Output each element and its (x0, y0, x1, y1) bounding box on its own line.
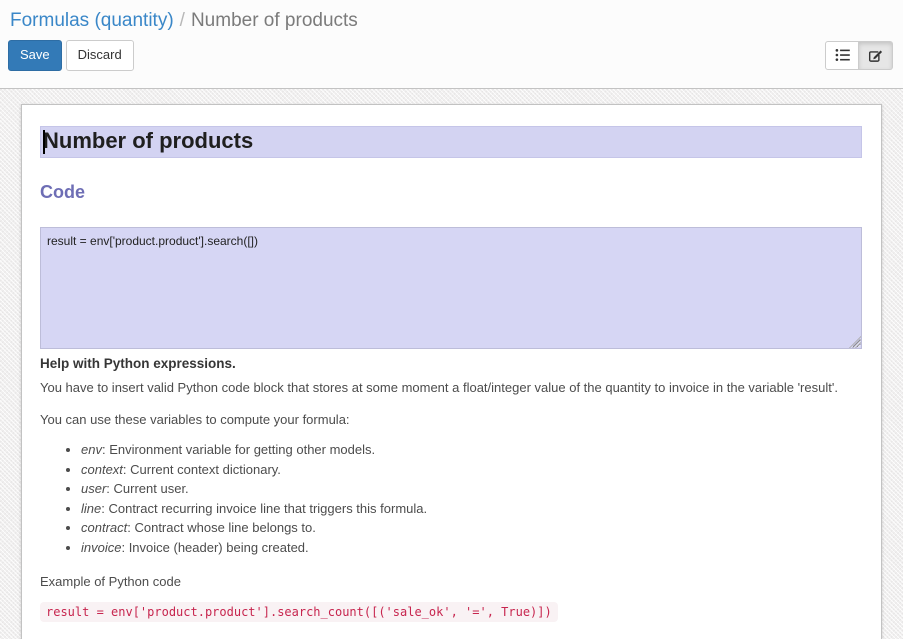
list-view-button[interactable] (825, 41, 859, 70)
help-intro: You have to insert valid Python code blo… (40, 379, 862, 397)
help-heading: Help with Python expressions. (40, 356, 862, 371)
variable-description: : Contract whose line belongs to. (127, 520, 316, 535)
example-code: result = env['product.product'].search_c… (40, 602, 558, 622)
form-view-button[interactable] (859, 41, 893, 70)
variable-name: env (81, 442, 102, 457)
variable-description: : Current context dictionary. (123, 462, 281, 477)
variable-description: : Invoice (header) being created. (121, 540, 308, 555)
variable-name: contract (81, 520, 127, 535)
list-view-icon (835, 48, 850, 62)
breadcrumb-separator: / (174, 10, 191, 31)
breadcrumb-current: Number of products (191, 10, 358, 31)
form-view-background: Code result = env['product.product'].sea… (0, 89, 903, 639)
variable-description: : Environment variable for getting other… (102, 442, 375, 457)
list-item: context: Current context dictionary. (81, 460, 862, 480)
control-panel: Formulas (quantity)/Number of products S… (0, 0, 903, 89)
help-variables-intro: You can use these variables to compute y… (40, 412, 862, 427)
variable-description: : Current user. (106, 481, 188, 496)
variable-description: : Contract recurring invoice line that t… (101, 501, 427, 516)
variables-list: env: Environment variable for getting ot… (40, 440, 862, 557)
code-field-wrap: result = env['product.product'].search([… (40, 227, 862, 349)
variable-name: invoice (81, 540, 121, 555)
record-title-field-wrap (40, 126, 862, 158)
save-button[interactable]: Save (8, 40, 62, 71)
code-textarea[interactable]: result = env['product.product'].search([… (40, 227, 862, 349)
help-block: Help with Python expressions. You have t… (40, 356, 862, 622)
discard-button[interactable]: Discard (66, 40, 134, 71)
view-switcher (825, 41, 893, 70)
code-section-title: Code (40, 182, 862, 203)
text-caret (43, 130, 45, 154)
list-item: contract: Contract whose line belongs to… (81, 518, 862, 538)
list-item: user: Current user. (81, 479, 862, 499)
list-item: env: Environment variable for getting ot… (81, 440, 862, 460)
variable-name: user (81, 481, 106, 496)
variable-name: line (81, 501, 101, 516)
button-bar: Save Discard (8, 40, 895, 71)
variable-name: context (81, 462, 123, 477)
form-edit-icon (868, 48, 883, 63)
breadcrumb: Formulas (quantity)/Number of products (8, 6, 895, 40)
record-name-input[interactable] (40, 126, 862, 158)
list-item: invoice: Invoice (header) being created. (81, 538, 862, 558)
breadcrumb-parent-link[interactable]: Formulas (quantity) (10, 10, 174, 31)
list-item: line: Contract recurring invoice line th… (81, 499, 862, 519)
example-label: Example of Python code (40, 574, 862, 589)
form-sheet: Code result = env['product.product'].sea… (21, 104, 882, 639)
